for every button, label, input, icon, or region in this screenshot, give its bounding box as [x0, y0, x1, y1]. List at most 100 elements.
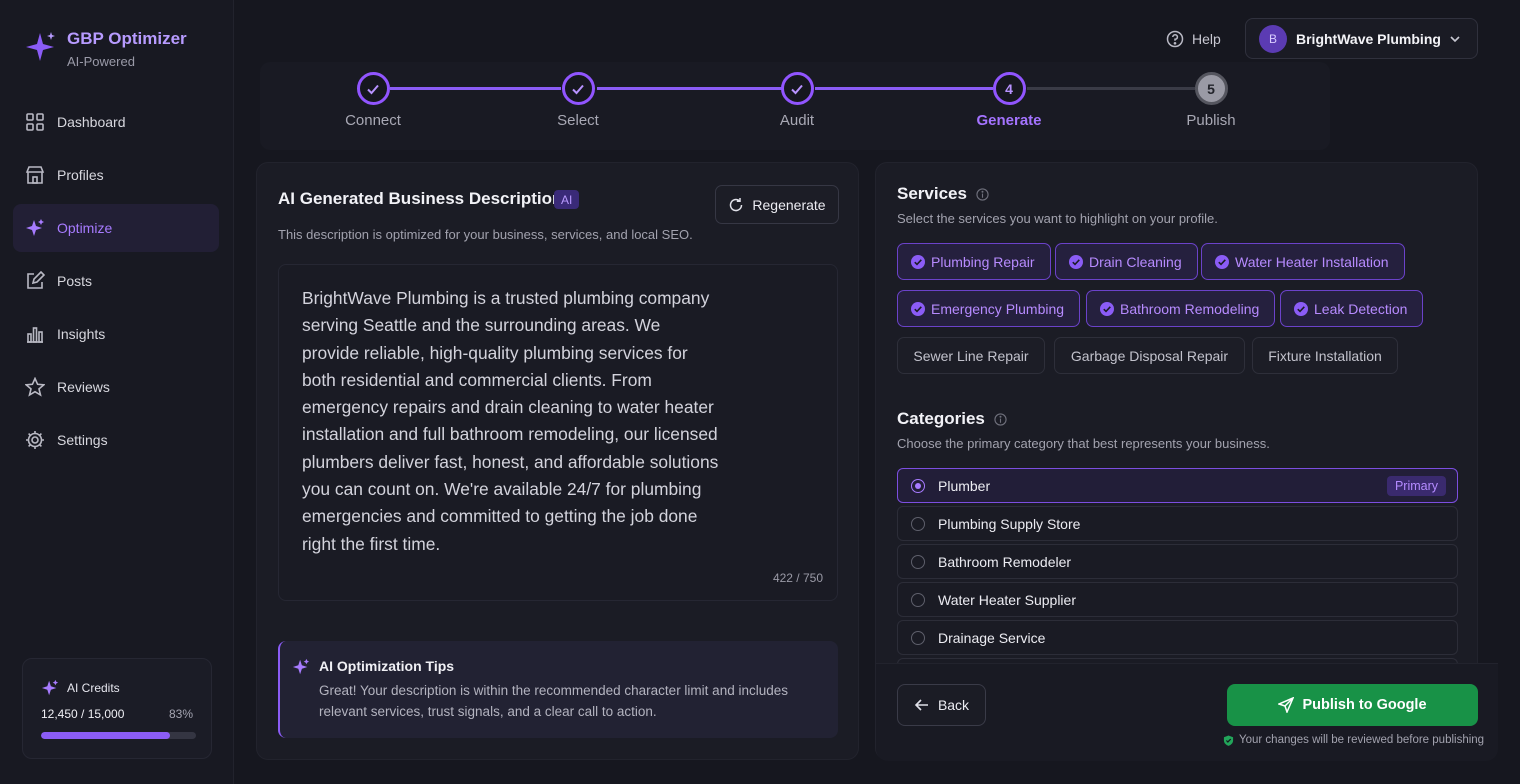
service-chip[interactable]: Sewer Line Repair [897, 337, 1045, 374]
radio-button[interactable] [911, 554, 925, 569]
services-heading: Services [897, 184, 989, 204]
edit-icon [27, 271, 45, 289]
category-label: Plumbing Supply Store [938, 515, 1081, 532]
radio-button[interactable] [911, 516, 925, 531]
service-chip[interactable]: Garbage Disposal Repair [1054, 337, 1245, 374]
app-subtitle: AI-Powered [67, 54, 135, 69]
category-option[interactable]: Plumber Primary [897, 468, 1458, 503]
chevron-down-icon [1450, 36, 1460, 43]
ai-badge: AI [554, 190, 580, 209]
app-root: GBP Optimizer AI-Powered Dashboard Profi… [0, 0, 1520, 784]
service-chip-label: Leak Detection [1314, 300, 1408, 317]
check-icon [572, 84, 584, 94]
sidebar-item-dashboard[interactable]: Dashboard [13, 98, 219, 146]
service-chip[interactable]: Leak Detection [1280, 290, 1424, 327]
arrow-left-icon [914, 699, 928, 711]
service-chip[interactable]: Plumbing Repair [897, 243, 1051, 280]
sidebar-item-profiles[interactable]: Profiles [13, 151, 219, 199]
sidebar-item-label: Profiles [57, 167, 104, 183]
step-label: Select [557, 112, 599, 129]
help-link[interactable]: Help [1166, 30, 1221, 48]
description-title: AI Generated Business Description [278, 189, 563, 208]
sidebar-item-label: Optimize [57, 220, 113, 236]
sparkle-icon [41, 679, 59, 696]
sidebar-item-optimize[interactable]: Optimize [13, 204, 219, 252]
sparkle-logo-icon [26, 32, 55, 61]
check-icon [367, 84, 379, 94]
regenerate-label: Regenerate [752, 196, 826, 213]
step-label: Connect [345, 112, 401, 129]
service-chip[interactable]: Drain Cleaning [1055, 243, 1198, 280]
category-option[interactable]: Bathroom Remodeler [897, 544, 1458, 579]
services-title: Services [897, 184, 967, 203]
category-option[interactable]: Water Heater Supplier [897, 582, 1458, 617]
categories-title: Categories [897, 409, 985, 428]
character-count: 422 / 750 [772, 571, 823, 585]
service-chip[interactable]: Fixture Installation [1252, 337, 1398, 374]
radio-button[interactable] [911, 630, 925, 645]
sidebar-item-settings[interactable]: Settings [13, 416, 219, 464]
service-chip-label: Emergency Plumbing [931, 300, 1065, 317]
step-circle [356, 72, 390, 105]
step-label: Audit [779, 112, 815, 129]
back-label: Back [937, 697, 970, 713]
bar-chart-icon [27, 327, 43, 343]
publish-button[interactable]: Publish to Google [1227, 684, 1478, 726]
step-generate[interactable]: 4 Generate [949, 72, 1069, 129]
description-textarea[interactable]: BrightWave Plumbing is a trusted plumbin… [278, 264, 838, 601]
category-label: Plumber [938, 477, 991, 494]
service-chip[interactable]: Emergency Plumbing [897, 290, 1081, 327]
step-audit[interactable]: Audit [737, 72, 857, 129]
star-icon [25, 377, 45, 397]
credits-progress-bar [41, 732, 196, 739]
category-option[interactable]: Drainage Service [897, 620, 1458, 655]
sidebar-nav: Dashboard Profiles Optimize Posts Insigh… [13, 98, 219, 469]
gear-icon [26, 431, 44, 449]
regenerate-button[interactable]: Regenerate [715, 185, 839, 224]
back-button[interactable]: Back [897, 684, 986, 726]
sidebar-item-label: Posts [57, 273, 93, 289]
service-chip-label: Garbage Disposal Repair [1070, 347, 1229, 364]
step-circle [561, 72, 595, 105]
radio-button[interactable] [911, 478, 925, 493]
grid-icon [26, 113, 44, 131]
sidebar-item-label: Insights [57, 326, 106, 342]
step-connect[interactable]: Connect [313, 72, 433, 129]
credits-progress-fill [41, 732, 170, 739]
credits-title: AI Credits [67, 681, 120, 695]
services-subtitle: Select the services you want to highligh… [897, 211, 1218, 226]
service-chip[interactable]: Bathroom Remodeling [1086, 290, 1276, 327]
sidebar-item-label: Settings [57, 432, 108, 448]
help-label: Help [1192, 31, 1221, 47]
check-circle-icon [1215, 254, 1229, 269]
category-label: Bathroom Remodeler [938, 553, 1072, 570]
account-switcher[interactable]: B BrightWave Plumbing [1245, 18, 1478, 59]
store-icon [25, 166, 45, 184]
step-number: 4 [992, 72, 1026, 105]
categories-heading: Categories [897, 409, 1007, 429]
step-label: Generate [976, 112, 1042, 129]
sidebar-item-reviews[interactable]: Reviews [13, 363, 219, 411]
step-label: Publish [1186, 112, 1236, 129]
description-panel: AI Generated Business Description AI Reg… [256, 162, 859, 760]
step-number: 5 [1194, 72, 1228, 105]
check-circle-icon [1069, 254, 1083, 269]
category-option[interactable]: Plumbing Supply Store [897, 506, 1458, 541]
check-circle-icon [911, 254, 925, 269]
info-icon[interactable] [994, 412, 1007, 426]
help-icon [1166, 30, 1184, 48]
radio-button[interactable] [911, 592, 925, 607]
app-title: GBP Optimizer [67, 29, 187, 48]
sidebar-item-label: Dashboard [57, 114, 126, 130]
description-text[interactable]: BrightWave Plumbing is a trusted plumbin… [302, 285, 720, 558]
step-select[interactable]: Select [518, 72, 638, 129]
step-publish[interactable]: 5 Publish [1151, 72, 1271, 129]
account-name: BrightWave Plumbing [1296, 30, 1441, 47]
app-logo[interactable]: GBP Optimizer AI-Powered [26, 28, 187, 69]
sidebar-item-posts[interactable]: Posts [13, 257, 219, 305]
service-chip-label: Water Heater Installation [1235, 253, 1389, 270]
service-chip[interactable]: Water Heater Installation [1201, 243, 1405, 280]
service-chip-label: Bathroom Remodeling [1120, 300, 1260, 317]
info-icon[interactable] [976, 187, 989, 201]
sidebar-item-insights[interactable]: Insights [13, 310, 219, 358]
